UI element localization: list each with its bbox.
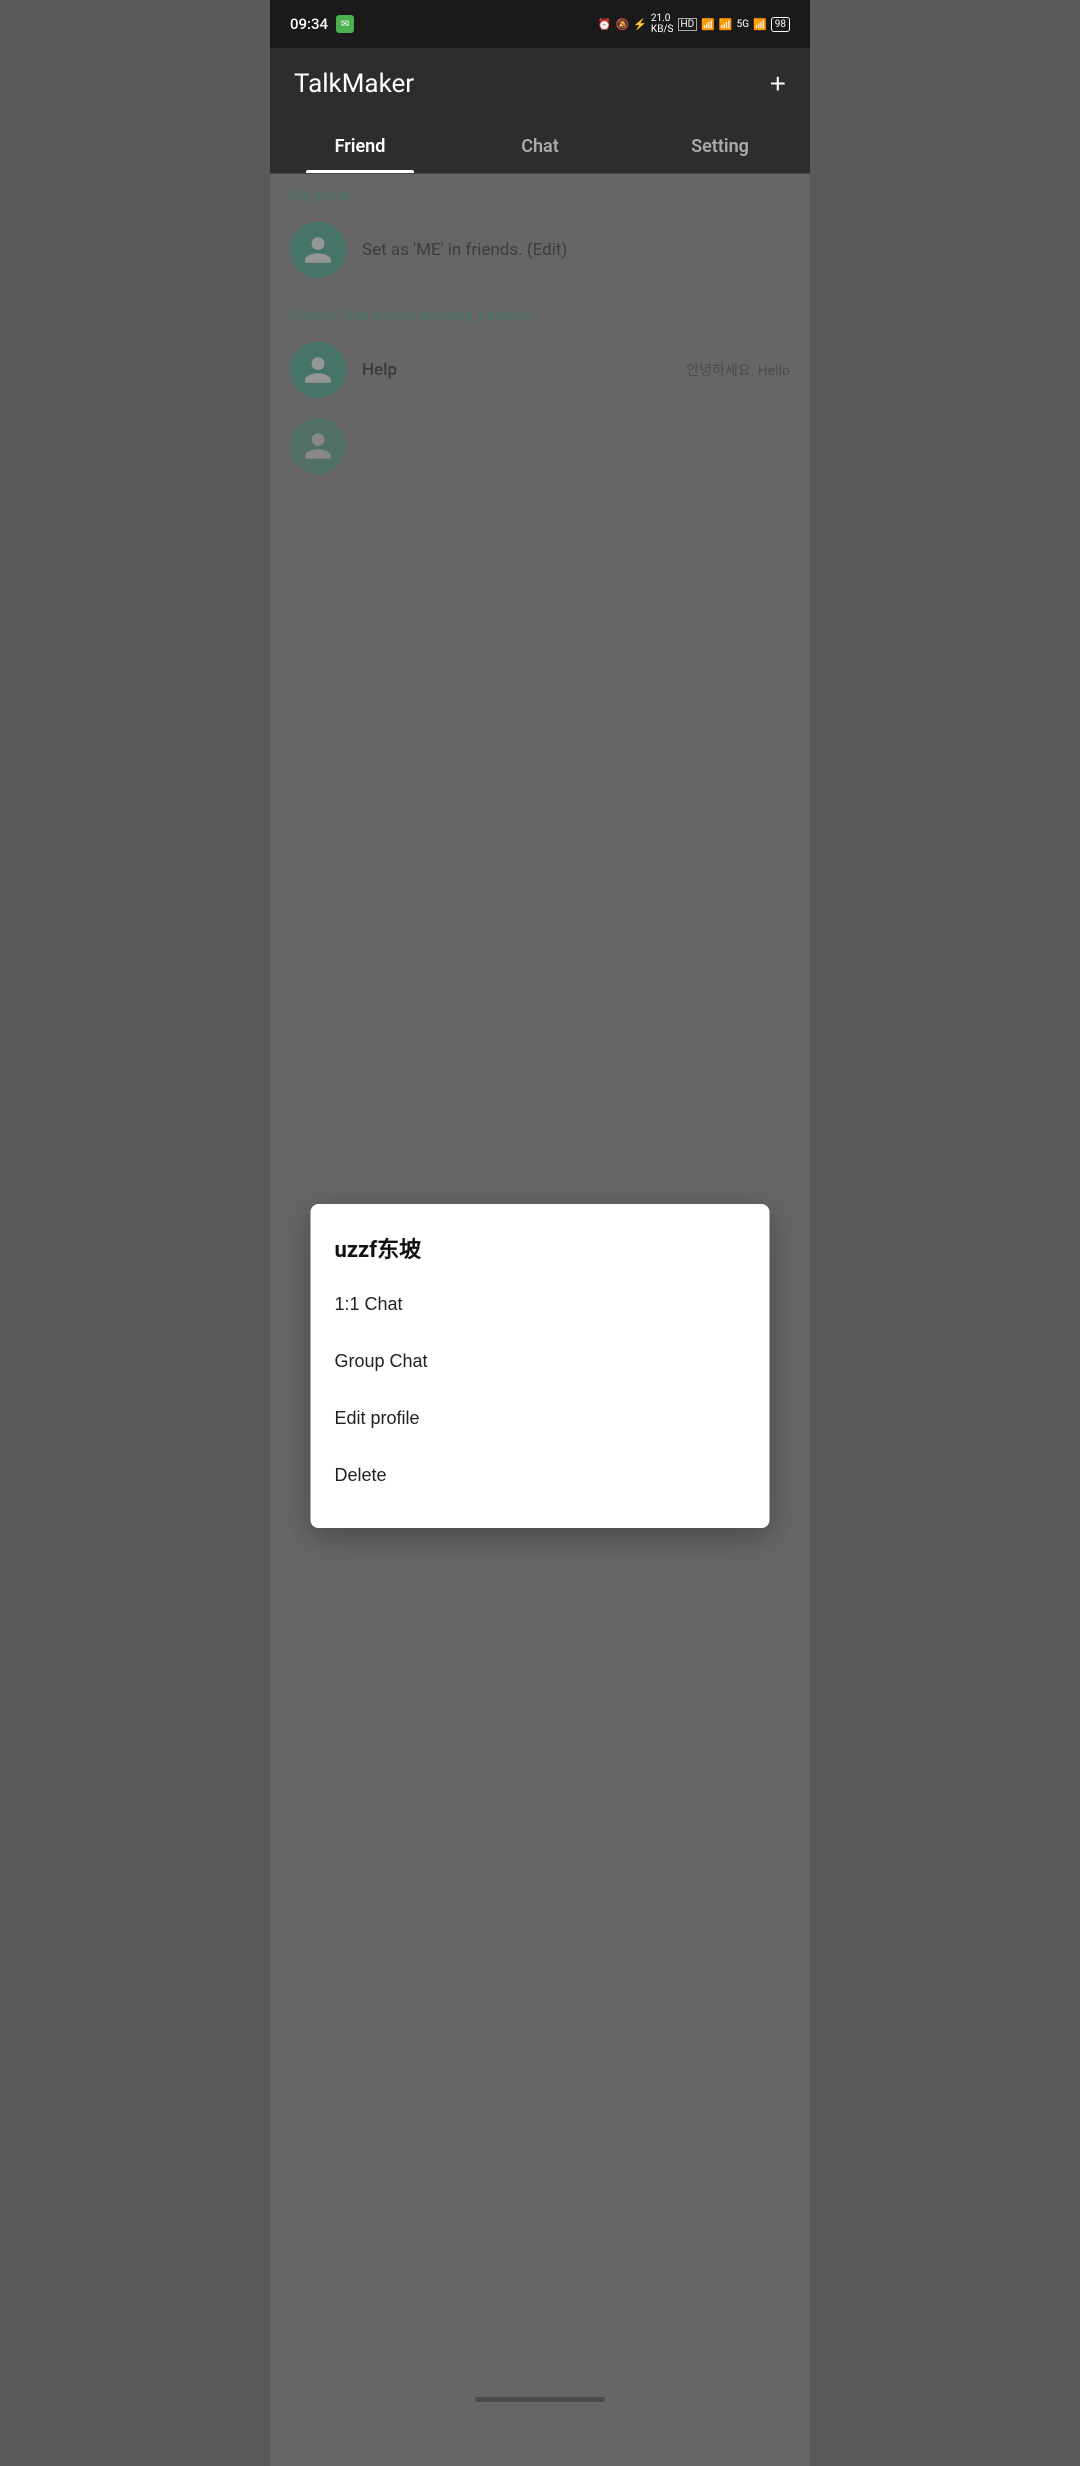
context-menu-title: uzzf东坡 <box>335 1232 746 1264</box>
wifi-icon: 📶 <box>701 18 715 31</box>
status-bar: 09:34 ✉ ⏰ 🔕 ⚡ 21.0KB/S HD 📶 📶 5G 📶 98 <box>270 0 810 48</box>
context-menu-item-1-1-chat[interactable]: 1:1 Chat <box>335 1276 746 1333</box>
add-button[interactable]: + <box>770 70 786 98</box>
message-icon: ✉ <box>336 15 354 33</box>
main-content: My profile Set as 'ME' in friends. (Edit… <box>270 174 810 2466</box>
status-time: 09:34 <box>290 15 328 33</box>
tab-bar: Friend Chat Setting <box>270 120 810 174</box>
battery-indicator: 98 <box>771 17 790 32</box>
tab-friend[interactable]: Friend <box>270 120 450 173</box>
alarm-icon: ⏰ <box>598 18 612 31</box>
signal-5g-icon: 📶 <box>753 18 767 31</box>
mute-icon: 🔕 <box>616 18 630 31</box>
tab-setting[interactable]: Setting <box>630 120 810 173</box>
app-title: TalkMaker <box>294 69 414 99</box>
app-bar: TalkMaker + <box>270 48 810 120</box>
context-menu-item-group-chat[interactable]: Group Chat <box>335 1333 746 1390</box>
signal-icon: 📶 <box>719 18 733 31</box>
context-menu-item-edit-profile[interactable]: Edit profile <box>335 1390 746 1447</box>
data-speed: 21.0KB/S <box>651 13 674 35</box>
status-icons: ⏰ 🔕 ⚡ 21.0KB/S HD 📶 📶 5G 📶 98 <box>598 13 790 35</box>
context-menu: uzzf东坡 1:1 Chat Group Chat Edit profile … <box>311 1204 770 1528</box>
context-menu-item-delete[interactable]: Delete <box>335 1447 746 1504</box>
5g-icon: 5G <box>737 19 749 30</box>
hd-icon: HD <box>678 18 698 31</box>
bluetooth-icon: ⚡ <box>633 18 647 31</box>
tab-chat[interactable]: Chat <box>450 120 630 173</box>
